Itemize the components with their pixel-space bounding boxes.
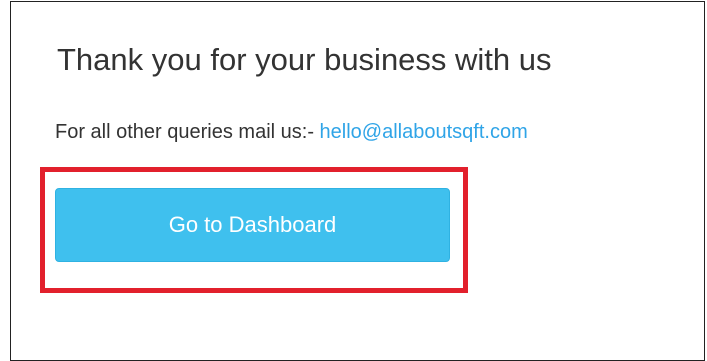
queries-text: For all other queries mail us:- hello@al…: [55, 118, 528, 146]
go-to-dashboard-button[interactable]: Go to Dashboard: [55, 188, 450, 262]
queries-label: For all other queries mail us:-: [55, 121, 314, 143]
email-link[interactable]: hello@allaboutsqft.com: [320, 121, 528, 143]
thank-you-card: Thank you for your business with us For …: [10, 1, 705, 361]
thank-you-title: Thank you for your business with us: [57, 42, 552, 77]
